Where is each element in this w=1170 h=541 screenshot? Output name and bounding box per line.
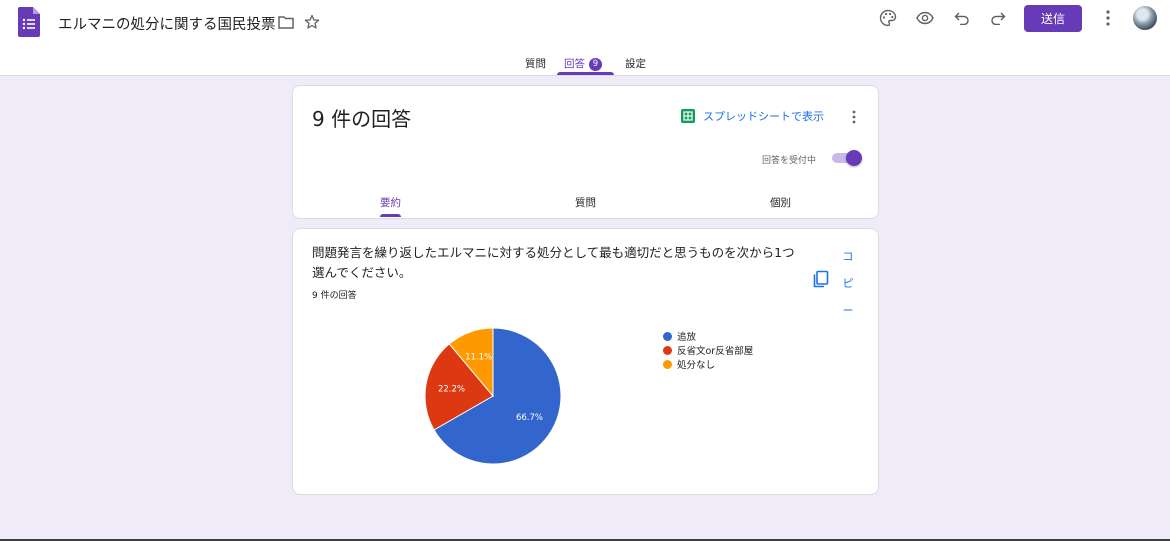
response-count-heading: 9 件の回答 — [312, 107, 412, 131]
toggle-thumb — [846, 150, 862, 166]
question-response-count: 9 件の回答 — [312, 291, 357, 301]
legend-item-no-penalty: 処分なし — [663, 357, 753, 371]
tab-responses-label: 回答 — [564, 58, 585, 70]
more-vert-icon[interactable] — [1098, 8, 1118, 28]
avatar[interactable] — [1133, 6, 1157, 30]
legend-swatch — [663, 345, 672, 355]
question-text: 問題発言を繰り返したエルマニに対する処分として最も適切だと思うものを次から1つ選… — [312, 245, 795, 280]
copy-icon[interactable] — [812, 270, 830, 288]
tab-summary[interactable]: 要約 — [380, 195, 401, 210]
undo-icon[interactable] — [952, 8, 972, 28]
active-subtab-indicator — [380, 214, 401, 217]
legend-swatch — [663, 359, 672, 369]
tab-responses[interactable]: 回答 9 — [564, 56, 602, 71]
legend-label: 処分なし — [677, 360, 716, 371]
eye-icon[interactable] — [915, 8, 935, 28]
redo-icon[interactable] — [988, 8, 1008, 28]
star-icon[interactable] — [302, 12, 322, 32]
legend-label: 反省文or反省部屋 — [677, 346, 754, 357]
forms-icon[interactable] — [18, 7, 40, 37]
responses-summary-card: 9 件の回答 スプレッドシートで表示 回答を受付中 要約 質問 個別 — [292, 85, 879, 219]
view-in-sheets-link[interactable]: スプレッドシートで表示 — [681, 108, 824, 124]
form-title[interactable]: エルマニの処分に関する国民投票 — [58, 13, 276, 34]
copy-chart-button[interactable]: コピー — [842, 243, 854, 324]
legend-item-expel: 追放 — [663, 329, 753, 343]
pie-label-expel: 66.7% — [516, 413, 543, 423]
active-tab-indicator — [557, 72, 614, 75]
more-vert-icon[interactable] — [848, 107, 860, 127]
sheets-icon — [681, 109, 695, 123]
legend-label: 追放 — [677, 332, 697, 343]
pie-label-no-penalty: 11.1% — [465, 352, 492, 362]
accepting-responses-toggle[interactable] — [830, 150, 862, 166]
main-tabs: 質問 回答 9 設定 — [0, 52, 1170, 76]
palette-icon[interactable] — [878, 8, 898, 28]
folder-icon[interactable] — [276, 12, 296, 32]
legend-swatch — [663, 331, 672, 341]
send-button[interactable]: 送信 — [1024, 5, 1082, 32]
response-count-badge: 9 — [589, 58, 602, 71]
pie-label-reflection: 22.2% — [438, 385, 465, 395]
question-summary-card: 問題発言を繰り返したエルマニに対する処分として最も適切だと思うものを次から1つ選… — [292, 228, 879, 495]
view-in-sheets-label: スプレッドシートで表示 — [703, 110, 824, 123]
pie-chart: 66.7% 22.2% 11.1% — [424, 327, 562, 465]
tab-questions[interactable]: 質問 — [525, 56, 546, 71]
legend-item-reflection: 反省文or反省部屋 — [663, 343, 753, 357]
accepting-responses-label: 回答を受付中 — [762, 156, 817, 166]
chart-legend: 追放反省文or反省部屋 処分なし — [663, 329, 753, 371]
top-bar: エルマニの処分に関する国民投票 送信 質問 回答 9 設定 — [0, 0, 1170, 76]
tab-question[interactable]: 質問 — [575, 195, 596, 210]
tab-individual[interactable]: 個別 — [770, 195, 791, 210]
tab-settings[interactable]: 設定 — [625, 56, 646, 71]
tab-questions-label: 質問 — [525, 58, 546, 70]
tab-settings-label: 設定 — [625, 58, 646, 70]
